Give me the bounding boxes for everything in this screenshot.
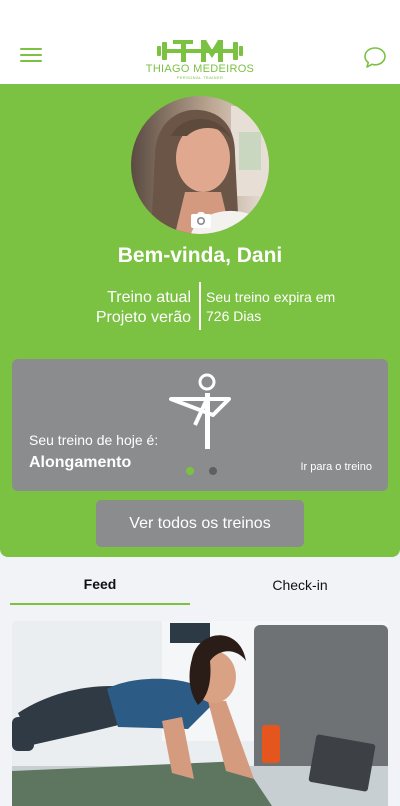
camera-icon[interactable] <box>191 212 211 228</box>
plan-label: Treino atual <box>107 289 191 306</box>
feed-tabs: Feed Check-in <box>0 565 400 605</box>
logo-subtitle: PERSONAL TRAINER <box>176 75 224 80</box>
dumbbell-logo-icon <box>157 40 243 62</box>
plan-name: Projeto verão <box>95 309 191 326</box>
plan-expiry: Seu treino expira em 726 Dias <box>206 288 391 326</box>
yoga-pose-icon <box>169 373 231 449</box>
card-title: Alongamento <box>29 454 132 471</box>
current-plan: Treino atual Projeto verão <box>96 288 191 328</box>
welcome-title: Bem-vinda, Dani <box>117 244 283 267</box>
tab-feed[interactable]: Feed <box>10 565 190 605</box>
expiry-label: Seu treino expira em <box>206 289 336 305</box>
carousel-dots <box>186 467 217 475</box>
brand-logo: THIAGO MEDEIROS PERSONAL TRAINER <box>146 38 254 80</box>
profile-hero: Bem-vinda, Dani Treino atual Projeto ver… <box>0 84 400 557</box>
hamburger-icon[interactable] <box>20 48 42 64</box>
today-workout-card[interactable]: Seu treino de hoje é: Alongamento Ir par… <box>12 359 388 491</box>
logo-name: THIAGO MEDEIROS <box>145 63 255 75</box>
feed-post-image[interactable] <box>12 621 388 806</box>
carousel-dot-active[interactable] <box>186 467 194 475</box>
see-all-workouts-button[interactable]: Ver todos os treinos <box>96 500 304 547</box>
app-header: THIAGO MEDEIROS PERSONAL TRAINER <box>0 30 400 84</box>
card-caption: Seu treino de hoje é: <box>29 432 159 448</box>
expiry-value: 726 Dias <box>206 308 262 324</box>
chat-bubble-icon[interactable] <box>362 44 388 70</box>
tab-check-in[interactable]: Check-in <box>210 565 390 605</box>
status-bar <box>0 0 400 30</box>
go-to-workout-link[interactable]: Ir para o treino <box>300 461 372 473</box>
plan-divider <box>199 282 201 330</box>
carousel-dot[interactable] <box>209 467 217 475</box>
